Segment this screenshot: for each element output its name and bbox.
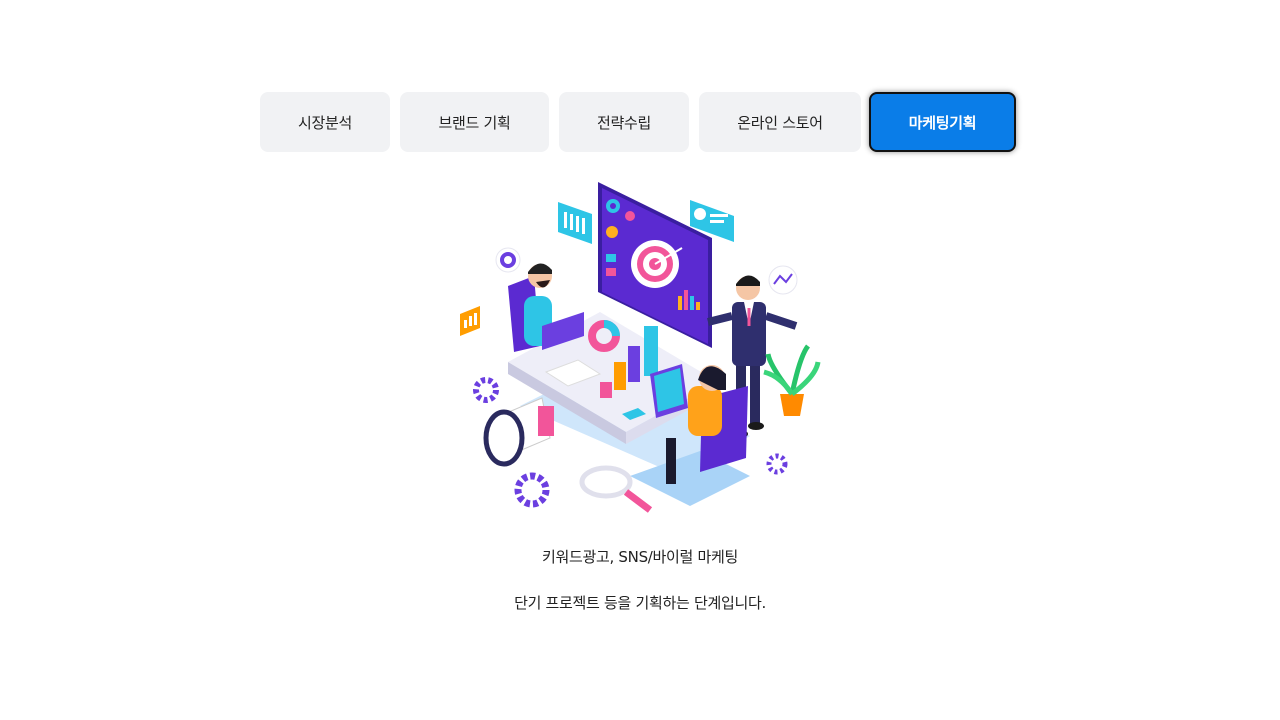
description-line-2: 단기 프로젝트 등을 기획하는 단계입니다. (514, 594, 766, 612)
tab-strategy[interactable]: 전략수립 (559, 92, 689, 152)
trend-bubble-icon (768, 265, 798, 295)
tab-online-store[interactable]: 온라인 스토어 (699, 92, 861, 152)
gear-icon (473, 377, 499, 403)
plant-icon (763, 344, 821, 416)
marketing-team-illustration (460, 182, 821, 513)
tab-bar: 시장분석 브랜드 기획 전략수립 온라인 스토어 마케팅기획 (260, 92, 1016, 152)
tab-market-analysis[interactable]: 시장분석 (260, 92, 390, 152)
megaphone-icon (483, 397, 554, 467)
gear-icon (766, 453, 788, 475)
tab-marketing-planning[interactable]: 마케팅기획 (869, 92, 1016, 152)
floating-chart-card (558, 202, 592, 244)
gear-icon (495, 247, 521, 273)
person-left (508, 263, 584, 352)
description-line-1: 키워드광고, SNS/바이럴 마케팅 (541, 548, 739, 566)
floating-bar-card (460, 306, 480, 336)
tab-brand-planning[interactable]: 브랜드 기획 (400, 92, 549, 152)
gear-icon (514, 472, 550, 508)
